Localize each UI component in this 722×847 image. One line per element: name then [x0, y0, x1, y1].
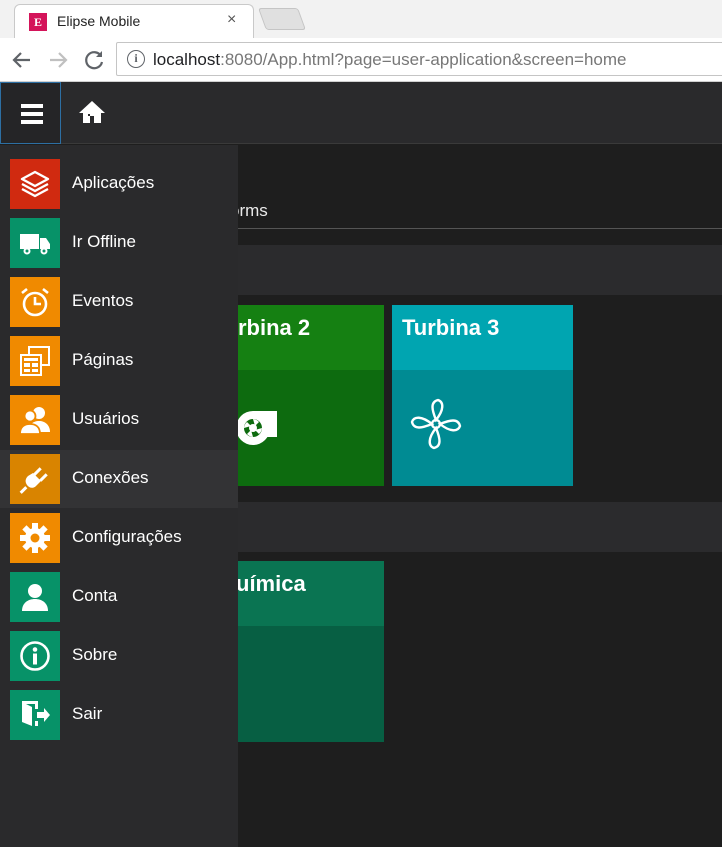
menu-label: Eventos — [72, 291, 134, 310]
plug-icon — [10, 454, 60, 504]
pages-icon — [10, 336, 60, 386]
tile-header: Turbina 3 — [392, 305, 573, 370]
menu-item-conexoes[interactable]: Conexões — [0, 450, 238, 508]
alarm-clock-icon — [10, 277, 60, 327]
site-info-icon[interactable]: i — [127, 50, 145, 68]
tile-title: Turbina 3 — [402, 315, 500, 340]
app-header — [0, 82, 722, 144]
menu-item-aplicacoes[interactable]: Aplicações — [0, 155, 238, 213]
menu-item-conta[interactable]: Conta — [0, 568, 238, 626]
menu-label: Conexões — [72, 468, 149, 487]
turbine-pump-icon — [236, 411, 277, 445]
exit-icon — [10, 690, 60, 740]
users-icon — [10, 395, 60, 445]
menu-item-sobre[interactable]: Sobre — [0, 627, 238, 685]
menu-label: Sobre — [72, 645, 118, 664]
menu-item-eventos[interactable]: Eventos — [0, 273, 238, 331]
menu-item-sair[interactable]: Sair — [0, 686, 238, 744]
browser-tab-strip: E Elipse Mobile × — [0, 0, 722, 38]
menu-item-configuracoes[interactable]: Configurações — [0, 509, 238, 567]
new-tab-button[interactable] — [257, 8, 307, 30]
menu-label: Usuários — [72, 409, 140, 428]
menu-item-ir-offline[interactable]: Ir Offline — [0, 214, 238, 272]
tab-underline — [238, 228, 722, 229]
menu-label: Sair — [72, 704, 103, 723]
truck-icon — [10, 218, 60, 268]
tile-title: uímica — [236, 571, 306, 596]
browser-tab[interactable]: E Elipse Mobile × — [14, 4, 254, 38]
menu-label: Conta — [72, 586, 118, 605]
gear-icon — [10, 513, 60, 563]
forward-arrow-icon[interactable] — [44, 46, 72, 74]
url-text: localhost:8080/App.html?page=user-applic… — [153, 50, 627, 69]
side-drawer-menu: Aplicações Ir Offline Eventos Páginas Us… — [0, 145, 238, 847]
group-header-1 — [238, 245, 722, 295]
home-icon[interactable] — [78, 98, 106, 126]
reload-icon[interactable] — [80, 46, 108, 74]
menu-label: Aplicações — [72, 173, 155, 192]
user-icon — [10, 572, 60, 622]
tile-body — [392, 370, 573, 486]
menu-label: Configurações — [72, 527, 182, 546]
tile-turbina-3[interactable]: Turbina 3 — [392, 305, 573, 486]
group-header-2 — [238, 502, 722, 552]
layers-icon — [10, 159, 60, 209]
menu-item-usuarios[interactable]: Usuários — [0, 391, 238, 449]
tab-title: Elipse Mobile — [57, 13, 141, 29]
tab-close-icon[interactable]: × — [227, 11, 236, 29]
elipse-favicon-icon: E — [29, 13, 47, 31]
menu-label: Ir Offline — [72, 232, 136, 251]
menu-item-paginas[interactable]: Páginas — [0, 332, 238, 390]
address-bar[interactable]: i localhost:8080/App.html?page=user-appl… — [116, 42, 722, 76]
tile-title: rbina 2 — [238, 315, 311, 340]
fan-icon — [410, 398, 462, 450]
back-arrow-icon[interactable] — [8, 46, 36, 74]
hamburger-menu-button[interactable] — [0, 82, 61, 144]
info-icon — [10, 631, 60, 681]
browser-toolbar: i localhost:8080/App.html?page=user-appl… — [0, 38, 722, 82]
menu-label: Páginas — [72, 350, 134, 369]
